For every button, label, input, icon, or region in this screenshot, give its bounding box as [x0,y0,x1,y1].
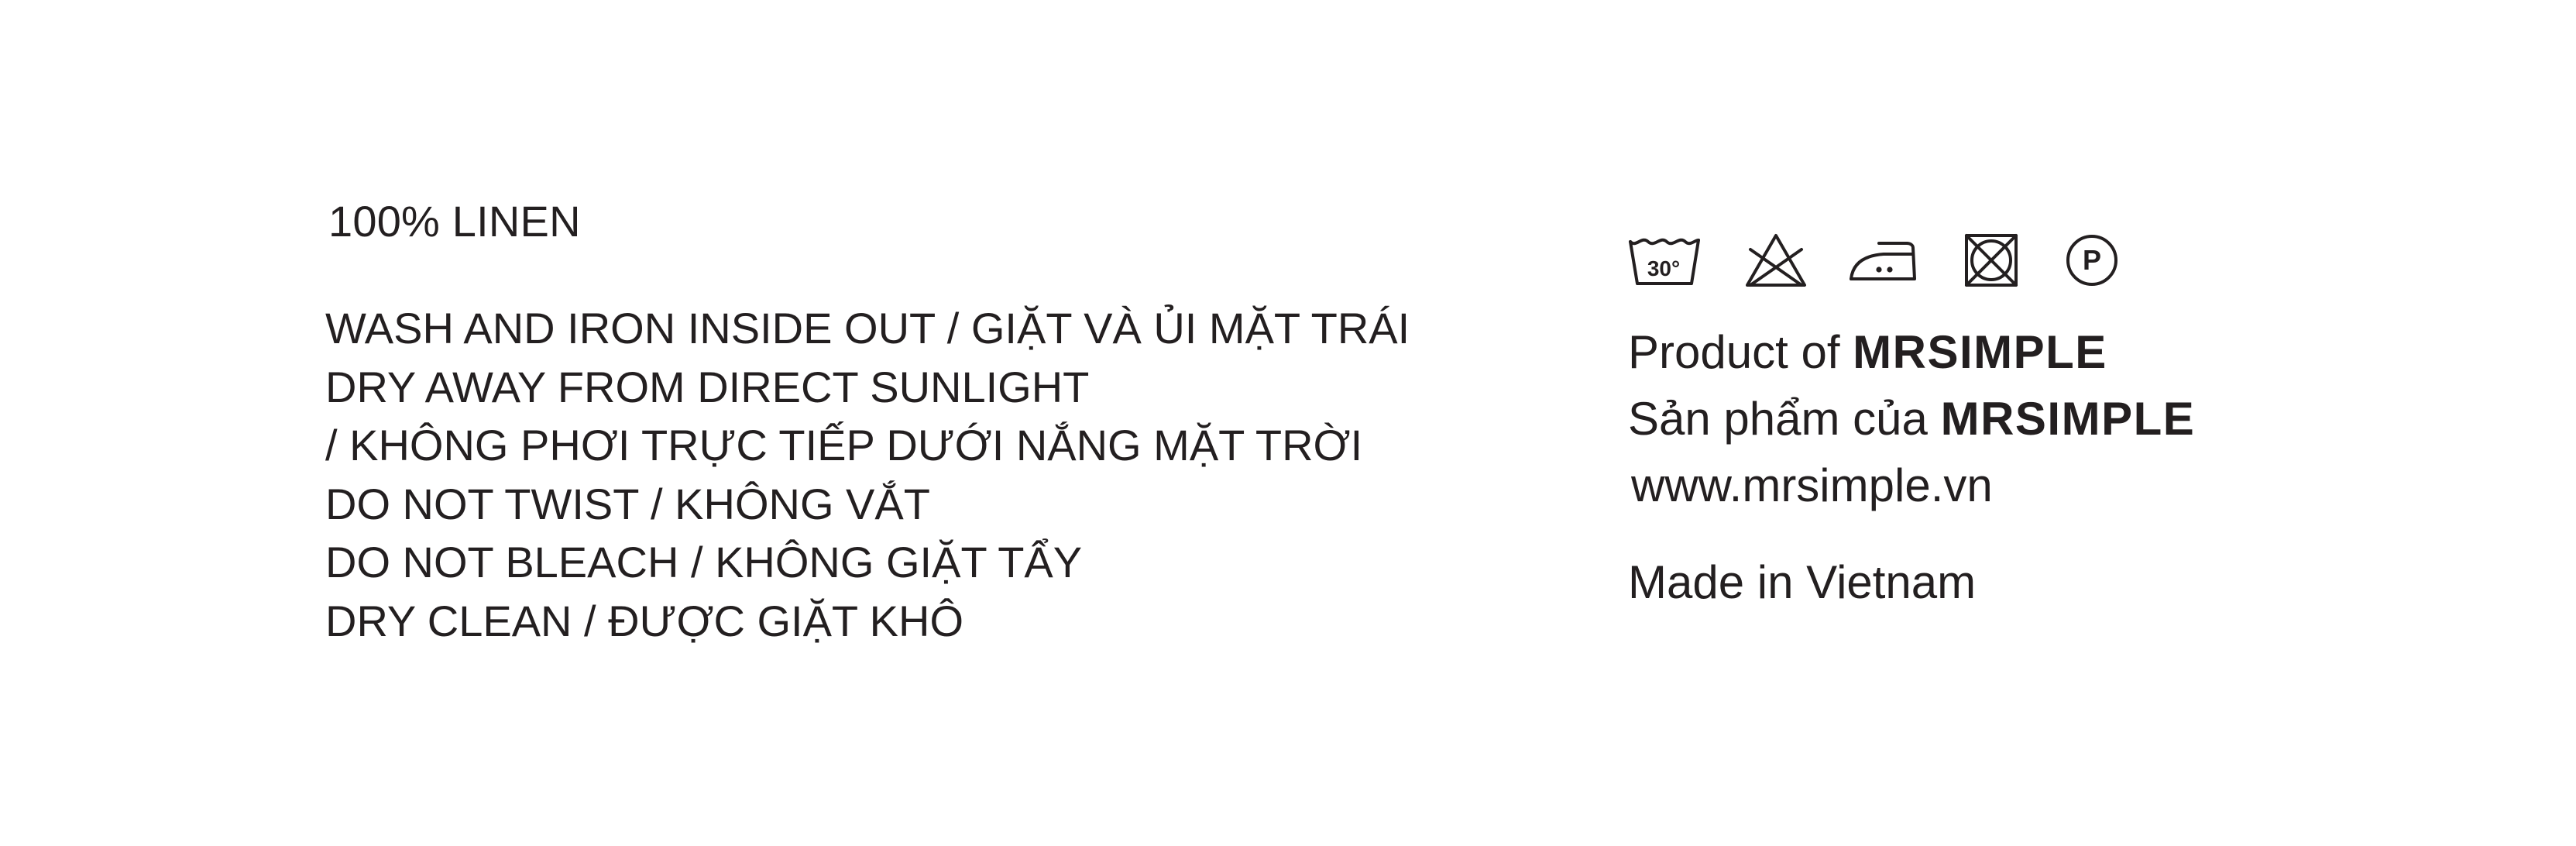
care-instructions-column: 100% LINEN WASH AND IRON INSIDE OUT / GI… [325,200,1410,650]
country-of-origin: Made in Vietnam [1628,556,1977,608]
dry-clean-p-icon: P [2066,235,2117,286]
product-of-prefix: Product of [1628,326,1853,378]
product-of-line: Product of MRSIMPLE [1628,319,2195,386]
do-not-bleach-icon [1746,234,1806,287]
wash-temperature: 30° [1647,256,1680,280]
care-instruction-dry-clean: DRY CLEAN / ĐƯỢC GIẶT KHÔ [325,596,964,645]
care-label: 100% LINEN WASH AND IRON INSIDE OUT / GI… [0,0,2576,846]
brand-name-vi: MRSIMPLE [1940,393,2196,445]
fabric-composition: 100% LINEN [328,197,581,246]
iron-low-heat-icon [1850,242,1916,280]
care-instruction-dry-away: DRY AWAY FROM DIRECT SUNLIGHT [325,362,1090,411]
care-instruction-no-twist: DO NOT TWIST / KHÔNG VẮT [325,479,930,528]
do-not-tumble-dry-icon [1965,234,2018,287]
product-of-line-vi: Sản phẩm của MRSIMPLE [1628,386,2195,452]
care-symbols-row: 30° P [1628,229,2195,291]
care-instruction-no-bleach: DO NOT BLEACH / KHÔNG GIẶT TẨY [325,538,1083,586]
brand-column: 30° P Product of MRSIMPLE Sản phẩm của M… [1628,229,2195,606]
dry-clean-letter: P [2083,244,2101,276]
care-instructions-list: WASH AND IRON INSIDE OUT / GIẶT VÀ ỦI MẶ… [325,299,1410,650]
brand-block: Product of MRSIMPLE Sản phẩm của MRSIMPL… [1628,319,2195,519]
brand-name: MRSIMPLE [1853,326,2107,378]
care-instruction-dry-away-vi: / KHÔNG PHƠI TRỰC TIẾP DƯỚI NẮNG MẶT TRỜ… [325,421,1363,469]
care-instruction-wash-iron: WASH AND IRON INSIDE OUT / GIẶT VÀ ỦI MẶ… [325,304,1410,352]
wash-30-icon: 30° [1629,238,1700,285]
website-url: www.mrsimple.vn [1631,459,1993,511]
product-of-prefix-vi: Sản phẩm của [1628,393,1941,445]
